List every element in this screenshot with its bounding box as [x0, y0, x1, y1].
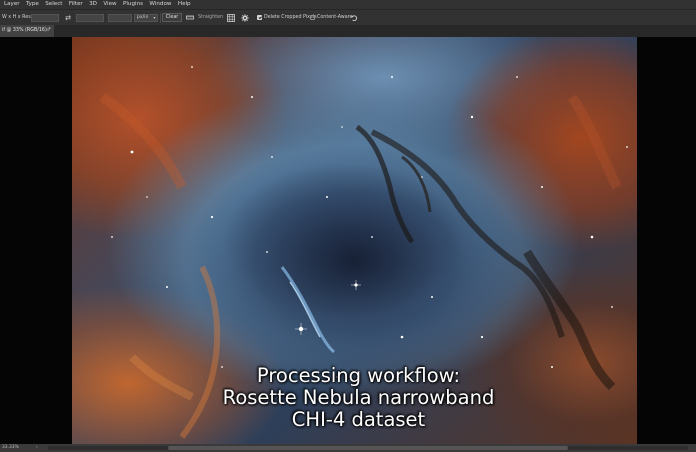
horizontal-scrollbar[interactable]	[48, 446, 688, 450]
menu-bar: Layer Type Select Filter 3D View Plugins…	[0, 0, 696, 9]
units-label: px/in	[137, 14, 149, 20]
pasteboard-left	[0, 37, 72, 444]
status-bar: 33.33% ›	[0, 444, 696, 452]
swap-dimensions-icon[interactable]: ⇄	[64, 14, 72, 22]
chevron-down-icon: ▾	[153, 14, 156, 20]
photoshop-window: Layer Type Select Filter 3D View Plugins…	[0, 0, 696, 452]
content-aware-label: Content-Aware	[317, 14, 353, 20]
crop-width-field[interactable]	[31, 13, 59, 22]
menu-filter[interactable]: Filter	[66, 0, 86, 9]
menu-help[interactable]: Help	[175, 0, 194, 9]
caption-line-1: Processing workflow:	[256, 364, 461, 387]
clear-button[interactable]: Clear	[162, 13, 182, 22]
zoom-readout[interactable]: 33.33%	[2, 444, 19, 452]
separator	[160, 12, 161, 23]
resolution-units-select[interactable]: px/in ▾	[134, 13, 158, 22]
content-aware-checkbox[interactable]	[310, 15, 315, 21]
close-icon[interactable]: ×	[46, 25, 50, 37]
menu-3d[interactable]: 3D	[86, 0, 100, 9]
overlay-grid-icon[interactable]	[227, 13, 235, 22]
crop-height-field[interactable]	[76, 13, 104, 22]
menu-type[interactable]: Type	[23, 0, 42, 9]
canvas-area[interactable]: Processing workflow: Rosette Nebula narr…	[0, 37, 696, 444]
options-bar: W x H x Reso... ⇄ px/in ▾ Clear Straight…	[0, 9, 696, 25]
delete-cropped-label: Delete Cropped Pixels	[264, 14, 317, 20]
menu-layer[interactable]: Layer	[0, 0, 23, 9]
resolution-field[interactable]	[108, 13, 132, 22]
document-tab-title: if @ 33% (RGB/16) *	[2, 28, 51, 33]
reset-icon[interactable]	[350, 14, 358, 22]
document-tab-bar: if @ 33% (RGB/16) * ×	[0, 25, 696, 37]
straighten-label: Straighten	[198, 14, 224, 20]
menu-plugins[interactable]: Plugins	[120, 0, 146, 9]
crop-ratio-select[interactable]: W x H x Reso...	[2, 14, 38, 22]
caption: Processing workflow: Rosette Nebula narr…	[72, 365, 645, 431]
delete-cropped-checkbox[interactable]	[257, 15, 262, 21]
menu-view[interactable]: View	[100, 0, 120, 9]
chevron-right-icon[interactable]: ›	[36, 444, 38, 452]
scrollbar-thumb[interactable]	[168, 446, 568, 450]
menu-window[interactable]: Window	[146, 0, 174, 9]
caption-line-2: Rosette Nebula narrowband	[222, 386, 495, 409]
pasteboard-right	[637, 37, 696, 444]
menu-select[interactable]: Select	[42, 0, 66, 9]
gear-icon[interactable]	[241, 13, 249, 22]
caption-line-3: CHI-4 dataset	[291, 408, 426, 431]
straighten-icon[interactable]	[186, 14, 194, 21]
document-tab[interactable]: if @ 33% (RGB/16) * ×	[0, 25, 54, 37]
